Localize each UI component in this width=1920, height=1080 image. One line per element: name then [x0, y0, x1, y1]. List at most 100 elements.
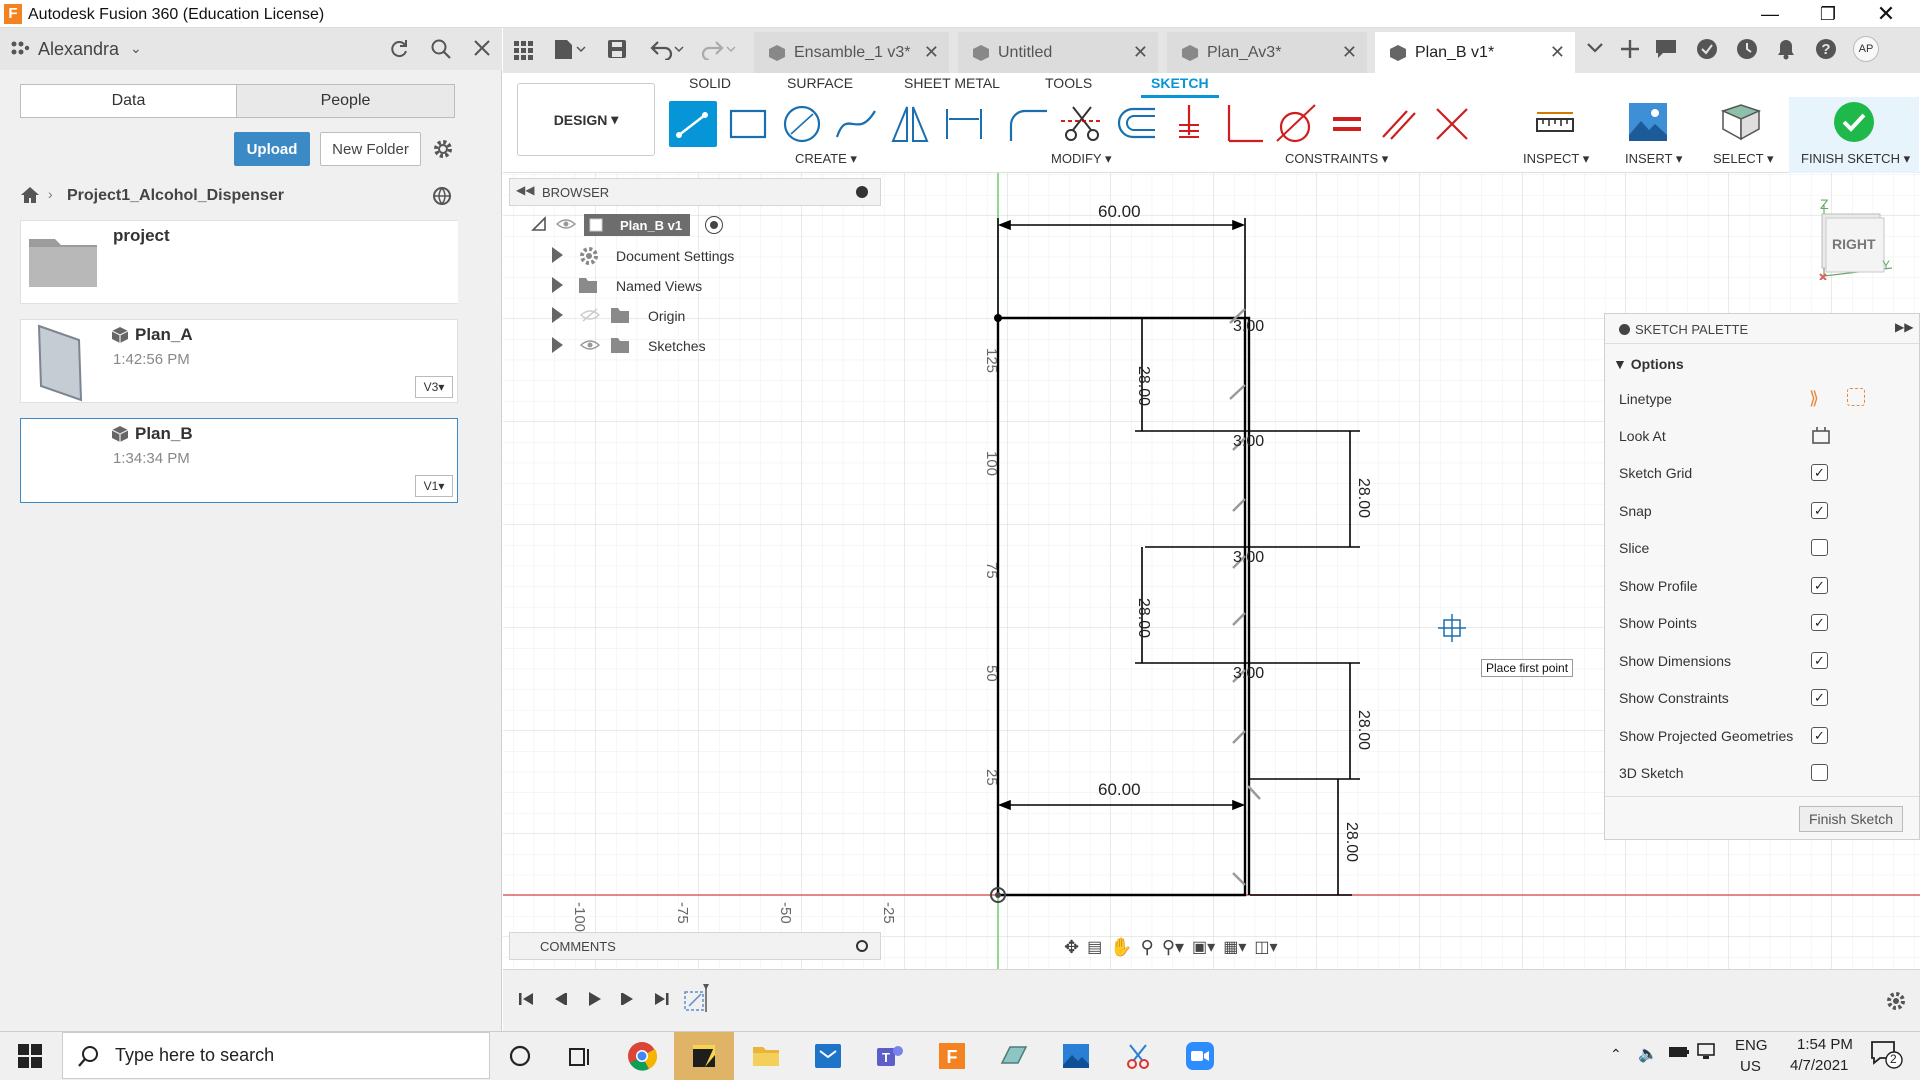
browser-item-named-views[interactable]: Named Views	[616, 278, 702, 294]
search-icon[interactable]	[430, 38, 452, 60]
close-tab-icon[interactable]: ✕	[1342, 42, 1357, 63]
rectangle-tool-icon[interactable]	[725, 101, 771, 147]
tab-surface[interactable]: SURFACE	[787, 75, 853, 91]
show-points-checkbox[interactable]: ✓	[1811, 614, 1828, 631]
dimension-tool-icon[interactable]	[941, 101, 987, 147]
comment-icon[interactable]	[1655, 39, 1677, 59]
dimension-height[interactable]: 28.00	[1134, 366, 1152, 406]
3d-sketch-checkbox[interactable]	[1811, 764, 1828, 781]
tray-overflow-icon[interactable]: ⌃	[1610, 1046, 1622, 1063]
refresh-icon[interactable]	[388, 38, 410, 60]
user-name[interactable]: Alexandra	[38, 39, 119, 60]
step-back-icon[interactable]	[551, 990, 569, 1008]
show-constraints-checkbox[interactable]: ✓	[1811, 689, 1828, 706]
new-tab-icon[interactable]	[1620, 39, 1640, 59]
zoom-app-icon[interactable]	[1180, 1036, 1220, 1076]
tab-data[interactable]: Data	[20, 84, 237, 118]
breadcrumb[interactable]: Project1_Alcohol_Dispenser	[67, 187, 284, 205]
tab-plan-b[interactable]: Plan_B v1* ✕	[1375, 32, 1575, 73]
version-badge[interactable]: V1 ▾	[415, 475, 453, 497]
options-section-header[interactable]: ▼ Options	[1613, 356, 1684, 372]
close-tab-icon[interactable]: ✕	[1133, 42, 1148, 63]
grid-settings-icon[interactable]: ▦▾	[1223, 937, 1246, 957]
mirror-tool-icon[interactable]	[887, 101, 933, 147]
fillet-tool-icon[interactable]	[1005, 101, 1051, 147]
close-tab-icon[interactable]: ✕	[924, 42, 939, 63]
comments-panel-header[interactable]: COMMENTS	[509, 932, 881, 960]
circle-tool-icon[interactable]	[779, 101, 825, 147]
close-tab-icon[interactable]: ✕	[1550, 42, 1565, 63]
dimension-gap[interactable]: 3.00	[1233, 665, 1264, 683]
look-at-icon[interactable]: ▤	[1087, 937, 1102, 957]
expand-triangle-icon[interactable]	[552, 307, 563, 323]
dimension-gap[interactable]: 3.00	[1233, 318, 1264, 336]
language-indicator[interactable]: ENG	[1735, 1037, 1768, 1054]
offset-tool-icon[interactable]	[1113, 101, 1159, 147]
tangent-icon[interactable]	[1273, 101, 1319, 147]
show-dimensions-checkbox[interactable]: ✓	[1811, 652, 1828, 669]
dimension-gap[interactable]: 3.00	[1233, 549, 1264, 567]
trim-tool-icon[interactable]	[1059, 101, 1105, 147]
eye-hidden-icon[interactable]	[580, 308, 600, 322]
file-explorer-icon[interactable]	[746, 1036, 786, 1076]
chrome-icon[interactable]	[622, 1036, 662, 1076]
eye-icon[interactable]	[556, 218, 576, 230]
network-icon[interactable]	[1696, 1042, 1718, 1062]
chevron-down-icon[interactable]	[1586, 42, 1604, 54]
select-icon[interactable]	[1717, 101, 1763, 147]
clock-time[interactable]: 1:54 PM	[1797, 1036, 1853, 1053]
job-status-icon[interactable]	[1736, 38, 1758, 60]
finish-sketch-checkmark-icon[interactable]	[1833, 101, 1875, 143]
tab-tools[interactable]: TOOLS	[1045, 75, 1092, 91]
bell-icon[interactable]	[1775, 38, 1797, 60]
zoom-icon[interactable]: ⚲	[1141, 937, 1154, 958]
add-comment-icon[interactable]	[856, 940, 868, 952]
cad-app-icon[interactable]	[994, 1036, 1034, 1076]
snap-checkbox[interactable]: ✓	[1811, 502, 1828, 519]
spline-tool-icon[interactable]	[833, 101, 879, 147]
measure-icon[interactable]	[1533, 101, 1577, 147]
redo-icon[interactable]	[699, 38, 737, 60]
centerline-linetype-icon[interactable]	[1847, 388, 1865, 406]
play-icon[interactable]	[585, 990, 603, 1008]
version-badge[interactable]: V3 ▾	[415, 376, 453, 398]
taskbar-search-box[interactable]: Type here to search	[62, 1032, 490, 1079]
list-item-plan-b[interactable]: Plan_B 1:34:34 PM V1 ▾	[20, 418, 458, 503]
help-icon[interactable]: ?	[1815, 38, 1837, 60]
palette-pin-icon[interactable]	[1619, 324, 1630, 335]
globe-icon[interactable]	[432, 186, 452, 206]
dimension-height[interactable]: 28.00	[1354, 478, 1372, 518]
browser-pin-icon[interactable]	[856, 186, 868, 198]
upload-button[interactable]: Upload	[234, 132, 310, 166]
undo-icon[interactable]	[649, 38, 687, 60]
viewcube-face-label[interactable]: RIGHT	[1832, 236, 1876, 252]
collapse-browser-icon[interactable]: ◀◀	[516, 183, 534, 197]
tab-untitled[interactable]: Untitled ✕	[958, 32, 1158, 73]
expand-triangle-icon[interactable]	[552, 277, 563, 293]
browser-root-item[interactable]: Plan_B v1	[584, 214, 690, 236]
browser-item-document-settings[interactable]: Document Settings	[616, 248, 734, 264]
task-view-icon[interactable]	[560, 1036, 600, 1076]
equal-icon[interactable]	[1327, 101, 1367, 147]
go-to-start-icon[interactable]	[517, 990, 535, 1008]
sketch-grid-checkbox[interactable]: ✓	[1811, 464, 1828, 481]
step-forward-icon[interactable]	[619, 990, 637, 1008]
grid-menu-icon[interactable]	[513, 40, 533, 60]
cross-constraint-icon[interactable]	[1429, 101, 1473, 147]
line-tool-button[interactable]	[669, 101, 717, 147]
viewcube[interactable]: Z Y RIGHT	[1812, 196, 1892, 280]
home-icon[interactable]	[20, 186, 40, 204]
cortana-icon[interactable]	[500, 1036, 540, 1076]
dimension-gap[interactable]: 3.00	[1233, 433, 1264, 451]
insert-group-label[interactable]: INSERT ▾	[1625, 151, 1682, 167]
dimension-top-width[interactable]: 60.00	[1098, 202, 1141, 222]
browser-item-origin[interactable]: Origin	[648, 308, 685, 324]
modify-group-label[interactable]: MODIFY ▾	[1051, 151, 1111, 167]
clock-date[interactable]: 4/7/2021	[1790, 1057, 1848, 1074]
browser-item-sketches[interactable]: Sketches	[648, 338, 706, 354]
sticky-notes-icon[interactable]	[684, 1036, 724, 1076]
construction-linetype-icon[interactable]: ⟫	[1809, 388, 1819, 409]
battery-icon[interactable]	[1668, 1044, 1690, 1060]
fusion-360-taskbar-icon[interactable]: F	[932, 1036, 972, 1076]
workspace-dropdown[interactable]: DESIGN ▾	[517, 83, 655, 156]
